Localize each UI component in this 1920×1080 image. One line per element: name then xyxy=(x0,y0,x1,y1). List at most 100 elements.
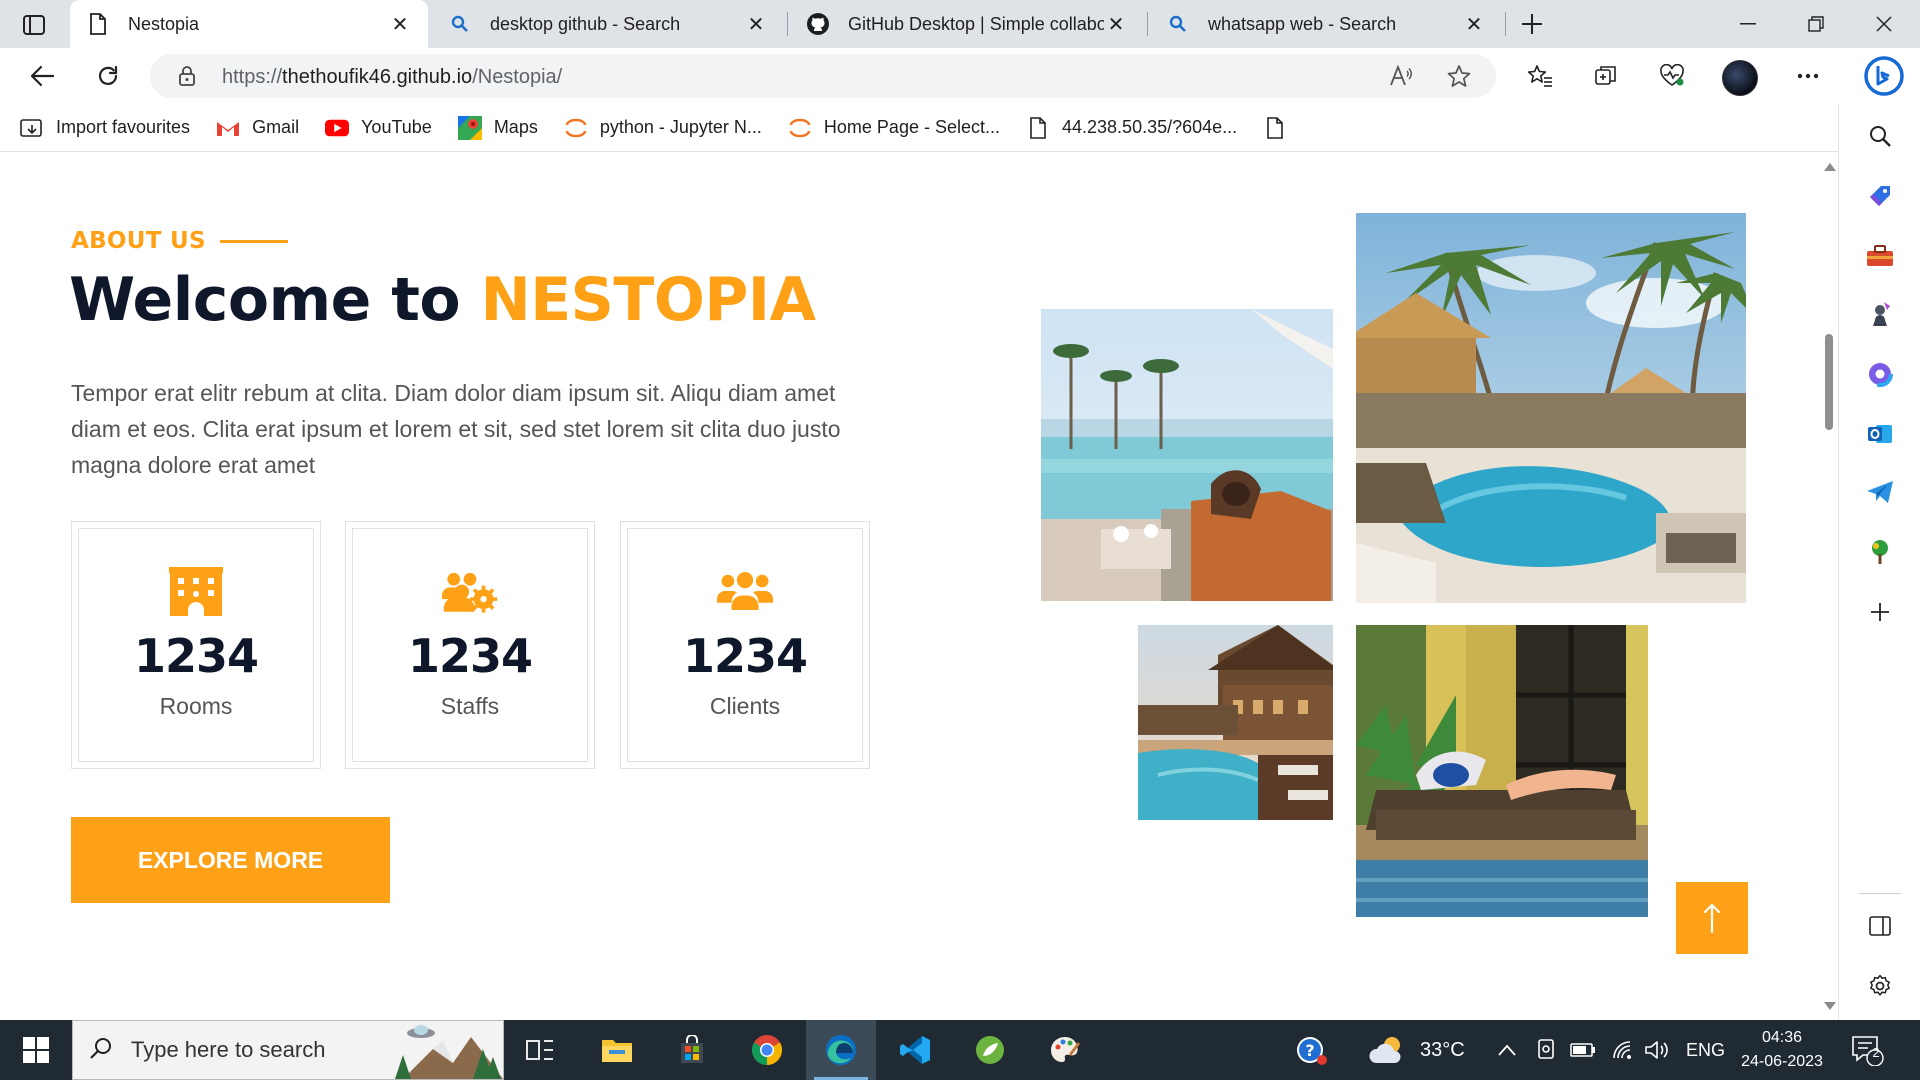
browser-toolbar: https://thethoufik46.github.io/Nestopia/ xyxy=(0,48,1920,104)
sidebar-office-button[interactable] xyxy=(1860,354,1900,394)
lock-icon[interactable] xyxy=(178,65,196,92)
tab-desktop-github-search[interactable]: desktop github - Search ✕ xyxy=(432,0,784,48)
sidebar-split-screen-button[interactable] xyxy=(1860,906,1900,946)
battery-tray-icon[interactable] xyxy=(1570,1020,1596,1080)
favorite-jupyter[interactable]: python - Jupyter N... xyxy=(564,116,762,140)
notification-count: 2 xyxy=(1872,1045,1880,1060)
vscode-icon xyxy=(900,1036,930,1064)
volume-icon xyxy=(1645,1041,1668,1059)
taskbar-paint[interactable] xyxy=(1030,1020,1100,1080)
tab-github-desktop[interactable]: GitHub Desktop | Simple collaboration ✕ xyxy=(790,0,1144,48)
show-hidden-icons-button[interactable] xyxy=(1498,1020,1516,1080)
scrollbar-thumb[interactable] xyxy=(1825,334,1833,430)
sidebar-add-button[interactable] xyxy=(1860,592,1900,632)
import-icon xyxy=(20,116,44,140)
arrow-up-icon xyxy=(1703,903,1721,933)
close-window-button[interactable] xyxy=(1850,0,1918,48)
help-tray-icon[interactable]: ? xyxy=(1294,1020,1328,1080)
favorites-button[interactable] xyxy=(1520,56,1560,96)
page-title: Welcome to NESTOPIA xyxy=(69,265,816,335)
search-highlight-illustration xyxy=(393,1021,503,1080)
sidebar-shopping-button[interactable] xyxy=(1860,176,1900,216)
taskbar-edge[interactable] xyxy=(806,1020,876,1080)
address-bar[interactable]: https://thethoufik46.github.io/Nestopia/ xyxy=(150,54,1496,98)
close-tab-icon[interactable]: ✕ xyxy=(744,12,768,36)
read-aloud-icon[interactable] xyxy=(1388,63,1414,89)
minimize-icon xyxy=(1740,23,1756,25)
explore-more-button[interactable]: EXPLORE MORE xyxy=(71,817,390,903)
favorite-import[interactable]: Import favourites xyxy=(20,116,190,140)
meet-now-tray-icon[interactable] xyxy=(1536,1020,1556,1080)
refresh-button[interactable] xyxy=(88,56,128,96)
tab-actions-icon xyxy=(23,15,45,35)
taskbar-spring-tool[interactable] xyxy=(955,1020,1025,1080)
sidebar-outlook-button[interactable] xyxy=(1860,414,1900,454)
page-scrollbar[interactable] xyxy=(1820,153,1838,1020)
close-tab-icon[interactable]: ✕ xyxy=(1104,12,1128,36)
favorite-label: python - Jupyter N... xyxy=(599,117,762,137)
help-icon: ? xyxy=(1297,1037,1327,1065)
tab-separator xyxy=(1505,12,1506,36)
taskbar-task-view[interactable] xyxy=(505,1020,575,1080)
sidebar-games-button[interactable] xyxy=(1860,294,1900,334)
workspaces-button[interactable] xyxy=(14,10,54,40)
input-language-indicator[interactable]: ENG xyxy=(1686,1020,1725,1080)
new-tab-button[interactable] xyxy=(1516,8,1548,40)
restore-button[interactable] xyxy=(1782,0,1850,48)
restore-icon xyxy=(1808,16,1824,32)
stat-value: 1234 xyxy=(407,629,533,683)
close-tab-icon[interactable]: ✕ xyxy=(1462,12,1486,36)
favorite-ip-address[interactable]: 44.238.50.35/?604e... xyxy=(1026,116,1237,140)
profile-avatar[interactable] xyxy=(1722,60,1758,96)
sidebar-search-button[interactable] xyxy=(1860,116,1900,156)
taskbar-vscode[interactable] xyxy=(880,1020,950,1080)
tree-icon xyxy=(1872,540,1888,564)
weather-widget[interactable]: 33°C xyxy=(1368,1020,1465,1080)
sidebar-settings-button[interactable] xyxy=(1860,966,1900,1006)
favorite-star-icon[interactable] xyxy=(1446,63,1472,89)
favorite-home-page[interactable]: Home Page - Select... xyxy=(788,116,1000,140)
sidebar-telegram-button[interactable] xyxy=(1860,472,1900,512)
about-us-label: ABOUT US xyxy=(71,228,288,254)
stat-card-inner: 1234 Rooms xyxy=(78,528,314,762)
collections-button[interactable] xyxy=(1586,56,1626,96)
page-icon xyxy=(86,12,110,36)
telegram-icon xyxy=(1867,481,1893,503)
minimize-button[interactable] xyxy=(1714,0,1782,48)
close-icon xyxy=(1876,16,1892,32)
url-host: thethoufik46.github.io xyxy=(282,66,473,88)
taskbar-store[interactable] xyxy=(657,1020,727,1080)
scroll-up-icon[interactable] xyxy=(1824,163,1836,171)
favorite-gmail[interactable]: Gmail xyxy=(216,116,299,140)
system-clock[interactable]: 04:36 24-06-2023 xyxy=(1736,1026,1828,1074)
taskbar-file-explorer[interactable] xyxy=(582,1020,652,1080)
favorite-untitled[interactable] xyxy=(1263,116,1299,140)
svg-text:?: ? xyxy=(1305,1041,1314,1060)
tab-title: Nestopia xyxy=(128,13,200,34)
spring-icon xyxy=(976,1036,1004,1064)
weather-temperature: 33°C xyxy=(1420,1038,1465,1061)
scroll-down-icon[interactable] xyxy=(1824,1002,1836,1010)
sidebar-tree-button[interactable] xyxy=(1860,532,1900,572)
back-to-top-button[interactable] xyxy=(1676,882,1748,954)
settings-menu-button[interactable] xyxy=(1788,56,1828,96)
about-us-underline xyxy=(219,239,288,243)
browser-essentials-button[interactable] xyxy=(1652,56,1692,96)
url-path: /Nestopia/ xyxy=(472,66,563,88)
taskbar-search-box[interactable]: Type here to search xyxy=(72,1020,504,1080)
favorite-maps[interactable]: Maps xyxy=(457,115,538,140)
sidebar-tools-button[interactable] xyxy=(1860,236,1900,276)
volume-tray-icon[interactable] xyxy=(1644,1020,1670,1080)
bing-chat-button[interactable] xyxy=(1860,52,1908,100)
settings-icon xyxy=(1870,974,1890,996)
back-button[interactable] xyxy=(22,56,62,96)
favorite-youtube[interactable]: YouTube xyxy=(325,116,432,140)
wifi-tray-icon[interactable] xyxy=(1612,1020,1636,1080)
tab-whatsapp-web-search[interactable]: whatsapp web - Search ✕ xyxy=(1150,0,1502,48)
action-center-button[interactable]: 2 xyxy=(1848,1032,1888,1068)
start-button[interactable] xyxy=(14,1030,58,1070)
close-tab-icon[interactable]: ✕ xyxy=(388,12,412,36)
tab-nestopia[interactable]: Nestopia ✕ xyxy=(70,0,428,48)
taskbar-chrome[interactable] xyxy=(732,1020,802,1080)
page-icon xyxy=(1263,116,1287,140)
